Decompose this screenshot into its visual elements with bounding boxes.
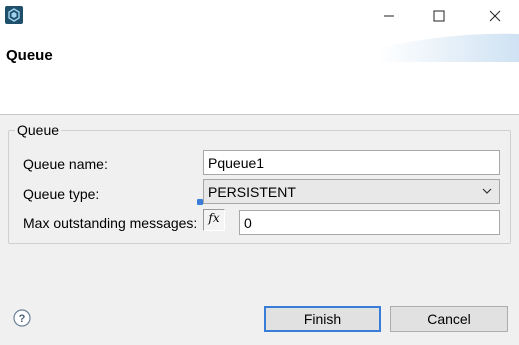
dialog-header: Queue (0, 32, 519, 115)
info-icon (197, 199, 203, 205)
fx-icon: fx (208, 211, 220, 225)
title-bar (0, 0, 519, 32)
app-logo-icon (5, 6, 23, 24)
fx-button[interactable]: fx (203, 209, 225, 231)
header-banner-graphic (379, 33, 519, 62)
max-outstanding-input[interactable] (239, 210, 500, 235)
help-icon[interactable]: ? (13, 309, 31, 327)
close-button[interactable] (472, 0, 518, 32)
queue-group: Queue Queue name: Queue type: PERSISTENT… (8, 122, 511, 244)
maximize-icon (433, 10, 445, 22)
maximize-button[interactable] (416, 0, 462, 32)
queue-name-input[interactable] (203, 150, 500, 175)
queue-type-label: Queue type: (23, 186, 100, 202)
finish-button[interactable]: Finish (264, 306, 381, 332)
minimize-icon (384, 15, 394, 17)
queue-type-select[interactable]: PERSISTENT (203, 179, 500, 204)
close-icon (489, 10, 501, 22)
max-outstanding-label: Max outstanding messages: (23, 215, 198, 231)
svg-text:?: ? (19, 313, 26, 325)
minimize-button[interactable] (366, 0, 412, 32)
chevron-down-icon (482, 188, 492, 194)
queue-type-value: PERSISTENT (208, 183, 296, 200)
group-legend: Queue (15, 122, 62, 138)
page-title: Queue (6, 47, 53, 64)
cancel-button[interactable]: Cancel (390, 306, 508, 332)
queue-name-label: Queue name: (23, 156, 108, 172)
